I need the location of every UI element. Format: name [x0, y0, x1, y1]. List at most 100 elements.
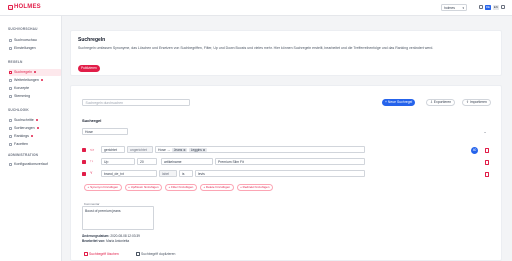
- header-icons: DE EN: [479, 5, 505, 10]
- trash-icon[interactable]: [485, 148, 489, 153]
- logout-icon[interactable]: [500, 5, 505, 10]
- add-redirect-button[interactable]: + Redirekt hinzufügen: [236, 184, 273, 191]
- sidebar-section-title: REGELN: [8, 60, 23, 64]
- boost-field-select[interactable]: artikelname: [161, 158, 213, 165]
- synonym-chip[interactable]: Jeans ⊗: [172, 148, 188, 153]
- ranking-icon: [9, 134, 12, 138]
- holmes-logo-icon: ⌂: [8, 4, 13, 10]
- boost-icon: ↑↓: [90, 159, 94, 163]
- add-synonym-button[interactable]: + Synonym hinzufügen: [84, 184, 122, 191]
- sidebar-item-suchvorschau[interactable]: Suchvorschau: [9, 37, 61, 44]
- rule-checkbox[interactable]: [82, 160, 86, 164]
- synonym-icon: <>: [90, 148, 95, 152]
- count-badge[interactable]: 40: [471, 147, 478, 154]
- delete-term-link[interactable]: Suchbegriff löschen: [84, 252, 119, 256]
- publish-button[interactable]: Publizieren: [78, 65, 100, 72]
- filter-compare-select[interactable]: is: [179, 170, 193, 177]
- status-dot: [34, 71, 37, 74]
- filter-op-select[interactable]: label: [159, 170, 177, 177]
- synonym-type-field[interactable]: gerichtet: [101, 146, 125, 153]
- sidebar-section-title: SUCHLOGIK: [8, 108, 29, 112]
- logo-text: HOLMES: [14, 4, 41, 10]
- sidebar-item-suchschritte[interactable]: Suchschritte: [9, 117, 61, 124]
- sidebar-item-label: Einstellungen: [14, 46, 36, 51]
- page-description: Suchregeln umfassen Synonyme, das Lösche…: [78, 46, 434, 50]
- status-dot: [36, 127, 39, 130]
- delete-term-label: Suchbegriff löschen: [89, 252, 119, 256]
- sidebar-item-label: Weiterleitungen: [14, 78, 39, 83]
- close-icon[interactable]: ⊗: [203, 148, 206, 152]
- add-filter-button[interactable]: + Filter hinzufügen: [165, 184, 197, 191]
- trash-icon[interactable]: [485, 172, 489, 177]
- user-icon[interactable]: [479, 5, 483, 10]
- chip-label: Leggins: [190, 148, 202, 153]
- changed-label: Änderungsdatum:: [82, 234, 110, 238]
- top-bar: ⌂ HOLMES holmes ▾ DE EN: [0, 0, 512, 16]
- sidebar-item-suchregeln[interactable]: Suchregeln: [9, 69, 61, 76]
- boost-value-field[interactable]: 20: [137, 158, 157, 165]
- sidebar-item-facetten[interactable]: Facetten: [9, 141, 61, 148]
- trash-icon: [84, 252, 88, 256]
- history-icon: [9, 162, 12, 166]
- trash-icon[interactable]: [485, 160, 489, 165]
- sidebar-item-label: Suchvorschau: [14, 38, 37, 43]
- shop-select[interactable]: holmes ▾: [441, 4, 467, 11]
- concept-icon: [9, 86, 12, 90]
- rule-checkbox[interactable]: [82, 172, 86, 176]
- sidebar-item-konfigurationsverlauf[interactable]: Konfigurationsverlauf: [9, 161, 61, 168]
- sidebar-item-stemming[interactable]: Stemming: [9, 93, 61, 100]
- sidebar-item-sortierungen[interactable]: Sortierungen: [9, 125, 61, 132]
- chevron-down-icon[interactable]: ⌄: [482, 129, 488, 135]
- sidebar-item-label: Sortierungen: [14, 126, 35, 131]
- sidebar-item-einstellungen[interactable]: Einstellungen: [9, 45, 61, 52]
- search-term-field[interactable]: Hose: [82, 128, 128, 135]
- filter-field-select[interactable]: brand_de_txt: [101, 170, 157, 177]
- comment-textarea[interactable]: Boost of premium jeans: [82, 206, 154, 230]
- shop-select-value: holmes: [444, 6, 455, 11]
- edited-value: Maria Antonietta: [106, 239, 130, 243]
- sidebar-item-label: Stemming: [14, 94, 31, 99]
- add-delete-button[interactable]: + Delete hinzufügen: [199, 184, 234, 191]
- boost-direction-field[interactable]: Up: [101, 158, 135, 165]
- sort-icon: [9, 126, 12, 130]
- lang-de-button[interactable]: DE: [485, 5, 491, 10]
- export-button[interactable]: ⇩ Exportieren: [426, 99, 456, 106]
- chip-label: Jeans: [173, 148, 183, 153]
- search-icon: [9, 38, 12, 42]
- synonym-mode-field[interactable]: ungerichtet: [127, 146, 153, 153]
- synonym-chip[interactable]: Leggins ⊗: [189, 148, 207, 152]
- synonym-terms-field[interactable]: Hose → Jeans ⊗ Leggins ⊗: [155, 146, 365, 153]
- rules-card: Suchregeln durchsuchen + Neue Suchregel …: [70, 85, 502, 261]
- close-icon[interactable]: ⊗: [183, 148, 186, 152]
- lang-en-button[interactable]: EN: [492, 5, 499, 10]
- sidebar-section-title: SUCHVORSCHAU: [8, 27, 38, 31]
- page-title: Suchregeln: [78, 37, 106, 43]
- add-updown-button[interactable]: + Up/Down hinzufügen: [124, 184, 163, 191]
- sidebar-item-label: Suchregeln: [14, 70, 33, 75]
- sidebar-item-rankings[interactable]: Rankings: [9, 133, 61, 140]
- sidebar-item-weiterleitungen[interactable]: Weiterleitungen: [9, 77, 61, 84]
- sidebar-item-label: Konfigurationsverlauf: [14, 162, 48, 167]
- changed-date: Änderungsdatum: 2020-08-08 12:03:39: [82, 234, 140, 238]
- edited-by: Bearbeitet von: Maria Antonietta: [82, 239, 129, 243]
- filter-icon: Y: [90, 171, 93, 175]
- rules-icon: [9, 70, 12, 74]
- copy-icon: [136, 252, 140, 256]
- export-label: Exportieren: [433, 100, 452, 104]
- logo[interactable]: ⌂ HOLMES: [8, 4, 41, 10]
- import-button[interactable]: ⇧ Importieren: [462, 99, 491, 106]
- intro-card: Suchregeln Suchregeln umfassen Synonyme,…: [70, 30, 502, 76]
- sidebar: SUCHVORSCHAU Suchvorschau Einstellungen …: [0, 16, 62, 261]
- steps-icon: [9, 118, 12, 122]
- duplicate-term-link[interactable]: Suchbegriff duplizieren: [136, 252, 175, 256]
- new-rule-button[interactable]: + Neue Suchregel: [382, 99, 416, 106]
- sidebar-item-label: Suchschritte: [14, 118, 34, 123]
- filter-value-field[interactable]: levis: [195, 170, 365, 177]
- rule-checkbox[interactable]: [82, 148, 86, 152]
- sidebar-item-konzepte[interactable]: Konzepte: [9, 85, 61, 92]
- boost-text-field[interactable]: Premium Slim Fit: [215, 158, 365, 165]
- rules-search-input[interactable]: Suchregeln durchsuchen: [82, 99, 190, 106]
- gear-icon: [9, 46, 12, 50]
- synonym-source-term: Hose →: [158, 148, 171, 153]
- status-dot: [30, 135, 33, 138]
